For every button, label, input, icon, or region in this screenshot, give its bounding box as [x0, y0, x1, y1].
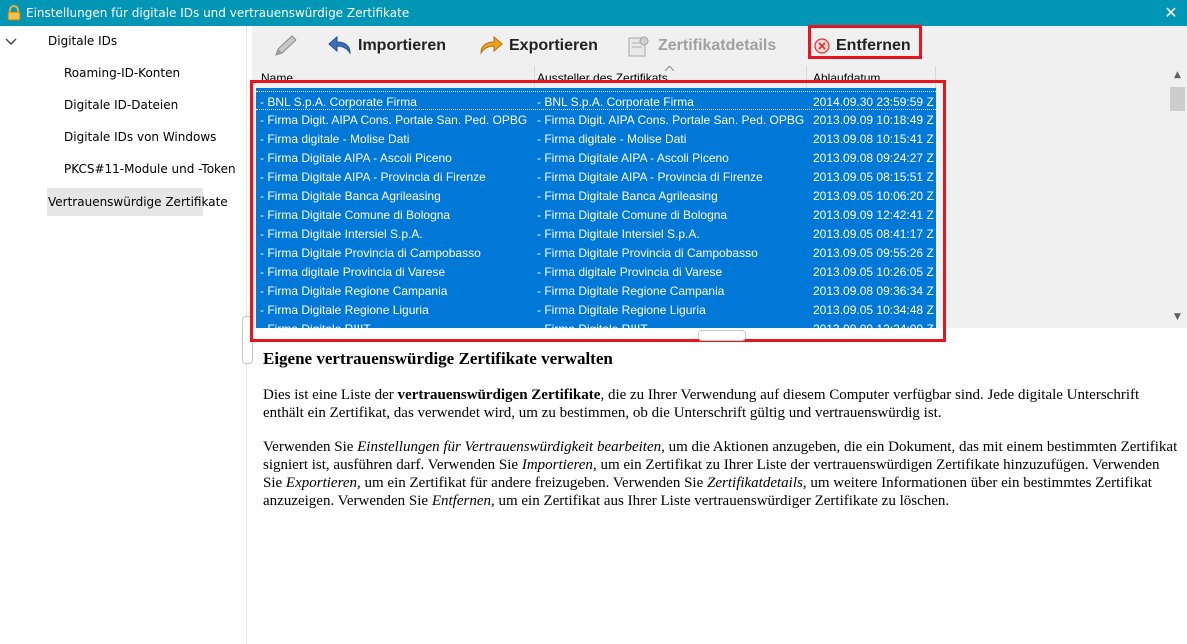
vertical-scrollbar[interactable]: ▲ ▼	[1168, 67, 1187, 327]
chevron-down-icon[interactable]	[4, 36, 18, 48]
import-arrow-icon	[328, 35, 351, 55]
description-panel: Eigene vertrauenswürdige Zertifikate ver…	[263, 350, 1178, 526]
title-bar: Einstellungen für digitale IDs und vertr…	[0, 0, 1187, 26]
scroll-up-icon[interactable]: ▲	[1172, 70, 1183, 80]
lock-icon	[7, 5, 21, 21]
description-heading: Eigene vertrauenswürdige Zertifikate ver…	[263, 349, 613, 368]
remove-button-highlight	[808, 25, 922, 59]
export-label: Exportieren	[509, 37, 598, 54]
sort-ascending-icon	[665, 66, 674, 71]
description-text: , um ein Zertifikat für andere freizugeb…	[357, 475, 708, 491]
export-button[interactable]: Exportieren	[479, 26, 598, 66]
scrollbar-thumb[interactable]	[1170, 87, 1185, 111]
description-text: vertrauenswürdigen Zertifikate	[397, 387, 601, 403]
description-text: Entfernen	[431, 493, 491, 509]
window-title: Einstellungen für digitale IDs und vertr…	[26, 6, 410, 20]
close-icon[interactable]: ✕	[1163, 3, 1179, 22]
description-text: , um ein Zertifikat aus Ihrer Liste vert…	[490, 493, 950, 509]
sidebar-item-digital-id-files[interactable]: Digitale ID-Dateien	[64, 98, 178, 112]
certificate-icon	[628, 36, 649, 57]
sidebar-item-roaming-id-accounts[interactable]: Roaming-ID-Konten	[64, 66, 180, 80]
certificate-details-button[interactable]: Zertifikatdetails	[626, 26, 776, 66]
certificate-details-label: Zertifikatdetails	[658, 37, 777, 54]
description-text: Exportieren	[285, 475, 358, 491]
scroll-down-icon[interactable]: ▼	[1172, 312, 1183, 322]
pencil-icon	[275, 35, 297, 56]
description-text: Einstellungen für Vertrauenswürdigkeit b…	[357, 439, 662, 455]
sidebar: Digitale IDs Roaming-ID-Konten Digitale …	[0, 26, 247, 644]
import-label: Importieren	[358, 37, 447, 54]
export-arrow-icon	[480, 35, 503, 55]
description-text: Verwenden Sie	[263, 439, 358, 455]
sidebar-item-pkcs11-modules[interactable]: PKCS#11-Module und -Token	[64, 162, 236, 176]
splitter-handle-horizontal[interactable]	[698, 330, 746, 341]
import-button[interactable]: Importieren	[328, 26, 446, 66]
sidebar-item-digital-ids[interactable]: Digitale IDs	[48, 34, 117, 48]
description-text: Importieren	[521, 457, 593, 473]
description-text: Dies ist eine Liste der	[263, 387, 398, 403]
sidebar-item-windows-digital-ids[interactable]: Digitale IDs von Windows	[64, 130, 216, 144]
toolbar: Importieren Exportieren Zertifikatdetail…	[252, 26, 1187, 66]
list-highlight	[250, 80, 946, 342]
description-paragraph-2: Verwenden Sie Einstellungen für Vertraue…	[263, 438, 1178, 510]
edit-trust-button[interactable]	[270, 26, 300, 66]
description-text: Zertifikatdetails	[707, 475, 803, 491]
sidebar-item-trusted-certificates[interactable]: Vertrauenswürdige Zertifikate	[47, 188, 228, 216]
description-paragraph-1: Dies ist eine Liste der vertrauenswürdig…	[263, 386, 1178, 422]
